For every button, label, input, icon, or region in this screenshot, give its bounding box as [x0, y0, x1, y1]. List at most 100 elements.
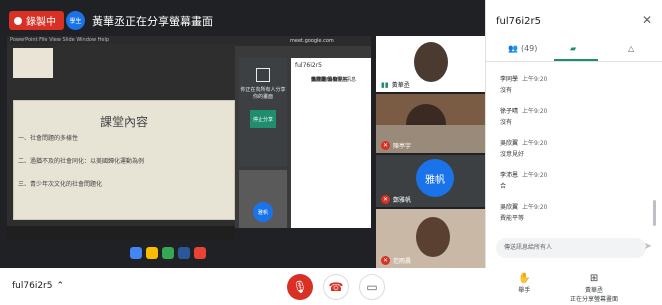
app-icon [194, 247, 206, 259]
participant-name: 黃華丞 [391, 82, 410, 89]
slide-title: 課堂內容 [99, 115, 148, 129]
chat-message: 吳欣翼 上午9:20 費能平等 [500, 202, 548, 222]
raise-hand-label: 舉手 [518, 287, 531, 294]
sidebar-tabs: 👥 (49) ▰ △ [486, 40, 662, 62]
mini-tile: 雅帆 [239, 170, 287, 230]
hang-up-icon: ☎ [328, 280, 344, 294]
participant-tile[interactable]: ✕ 陳亭宇 [376, 125, 485, 153]
mini-controls [235, 228, 371, 240]
shared-screen[interactable]: PowerPoint File View Slide Window Help 課… [7, 36, 371, 246]
message-text: 合 [500, 183, 507, 190]
participant-video [414, 42, 448, 82]
mini-present-panel: 你正在向所有人分享你的畫面 停止分享 [239, 58, 287, 166]
participant-tile[interactable]: ✕ 范雨晨 [376, 209, 485, 268]
meeting-code: ful76i2r5 [12, 281, 53, 291]
recording-label: 錄製中 [26, 17, 56, 28]
shapes-icon: △ [628, 44, 635, 53]
camera-toggle-button[interactable]: ▭ [359, 274, 385, 300]
participant-tile[interactable]: 雅帆 ✕ 鄭雅帆 [376, 155, 485, 207]
meet-window: 錄製中 學生 黃華丞正在分享螢幕畫面 PowerPoint File View … [0, 0, 662, 305]
presenter-avatar: 學生 [66, 11, 85, 30]
camera-icon: ▭ [366, 280, 378, 294]
presenting-label: 黃華丞 [585, 287, 604, 294]
people-count: (49) [520, 44, 538, 53]
presenting-sub: 正在分享螢幕畫面 [570, 296, 619, 303]
tab-people[interactable]: 👥 (49) [508, 44, 537, 53]
sidebar-title: ful76i2r5 [496, 16, 541, 27]
record-dot-icon [14, 16, 22, 25]
mic-off-icon: ✕ [381, 256, 390, 265]
mic-toggle-button[interactable]: 🎙 [287, 274, 313, 300]
active-tab-indicator [554, 59, 598, 61]
share-icon [256, 68, 270, 82]
chat-message: 李沛恩 上午9:20 合 [500, 170, 548, 190]
presenting-button[interactable]: ⊞ 黃華丞 正在分享螢幕畫面 [570, 273, 618, 303]
message-sender: 李沛恩 [500, 172, 519, 179]
message-text: 沒有 [500, 87, 513, 94]
mic-off-icon: 🎙 [292, 280, 308, 294]
participant-name: 陳亭宇 [393, 143, 412, 150]
message-sender: 吳欣翼 [500, 204, 519, 211]
participant-label: ✕ 鄭雅帆 [381, 195, 411, 204]
chat-sidebar: ful76i2r5 ✕ 👥 (49) ▰ △ 李同學 上午9:20 沒有 徐子晴上… [485, 0, 662, 268]
message-text: 費能平等 [500, 215, 525, 222]
tab-chat[interactable]: ▰ [570, 44, 576, 53]
mini-message-name: 吳欣翼 [311, 77, 327, 83]
chat-message: 吳欣翼 上午9:20 沒意見好 [500, 138, 548, 158]
present-icon: ⊞ [589, 273, 599, 284]
mic-off-icon: ✕ [381, 141, 390, 150]
participant-video [416, 217, 450, 257]
tab-activities[interactable]: △ [628, 44, 634, 53]
chat-messages[interactable]: 李同學 上午9:20 沒有 徐子晴 上午9:20 沒有 吳欣翼 上午9:20 沒意見好… [486, 64, 662, 232]
chat-message: 李同學 上午9:20 沒有 [500, 74, 548, 94]
mini-chat-panel: ful76i2r5 允許所有人傳送訊息 李同學 沒有 徐子晴 沒有 吳欣翼 沒意… [291, 58, 371, 236]
app-dock [130, 246, 230, 260]
recording-badge: 錄製中 [9, 11, 64, 30]
mini-present-text: 你正在向所有人分享你的畫面 [240, 87, 286, 100]
mini-avatar: 雅帆 [253, 202, 273, 222]
message-text: 沒有 [500, 119, 513, 126]
slide-bullets: 一、社會問題的多樣性 二、過猶不及的社會同化：以美國歸化運動為例 三、青少年次文… [18, 133, 230, 202]
leave-call-button[interactable]: ☎ [323, 274, 349, 300]
chat-input[interactable]: 傳送訊息給所有人 [496, 238, 646, 258]
send-icon[interactable]: ➤ [644, 241, 652, 252]
meeting-details-button[interactable]: ful76i2r5 ⌃ [12, 281, 64, 291]
mini-stop-button: 停止分享 [250, 110, 276, 128]
people-icon: 👥 [508, 44, 518, 53]
presenting-title: 黃華丞正在分享螢幕畫面 [92, 15, 213, 28]
browser-tab: meet.google.com [235, 36, 371, 46]
hand-icon: ✋ [518, 273, 531, 284]
app-icon [130, 247, 142, 259]
participant-name: 鄭雅帆 [393, 197, 412, 204]
raise-hand-button[interactable]: ✋ 舉手 [518, 273, 530, 294]
message-time: 上午9:20 [522, 204, 548, 211]
shared-meet-window: meet.google.com 你正在向所有人分享你的畫面 停止分享 雅帆 fu… [235, 36, 371, 240]
chat-message: 徐子晴 上午9:20 沒有 [500, 106, 548, 126]
message-time: 上午9:20 [522, 108, 548, 115]
participant-tile[interactable]: ▮▮ 黃華丞 [376, 36, 485, 92]
message-text: 沒意見好 [500, 151, 525, 158]
mini-message: 吳欣翼 費能平等 [305, 73, 354, 86]
participant-avatar: 雅帆 [416, 159, 454, 197]
chat-scrollbar[interactable] [653, 200, 656, 226]
message-time: 上午9:20 [522, 140, 548, 147]
audio-wave-icon: ▮▮ [381, 80, 389, 89]
mini-panel-title: ful76i2r5 [295, 62, 322, 69]
app-icon [162, 247, 174, 259]
slide-bullet: 三、青少年次文化的社會問題化 [18, 181, 103, 188]
chat-icon: ▰ [570, 44, 577, 53]
app-icon [146, 247, 158, 259]
bottom-bar: ful76i2r5 ⌃ 🎙 ☎ ▭ ✋ 舉手 ⊞ 黃華丞 正在分享螢幕畫面 [0, 268, 662, 305]
presentation-area: 課堂內容 一、社會問題的多樣性 二、過猶不及的社會同化：以美國歸化運動為例 三、… [7, 44, 235, 226]
video-stage: 錄製中 學生 黃華丞正在分享螢幕畫面 PowerPoint File View … [0, 0, 485, 268]
close-icon[interactable]: ✕ [642, 13, 652, 27]
app-icon [178, 247, 190, 259]
participant-name: 范雨晨 [393, 258, 412, 265]
slide-bullet: 一、社會問題的多樣性 [18, 135, 79, 142]
slide-thumbnail [13, 48, 53, 78]
participant-label: ✕ 范雨晨 [381, 256, 411, 265]
participant-label: ▮▮ 黃華丞 [381, 80, 410, 90]
message-sender: 徐子晴 [500, 108, 519, 115]
mini-message-text: 費能平等 [327, 77, 348, 83]
message-sender: 李同學 [500, 76, 519, 83]
